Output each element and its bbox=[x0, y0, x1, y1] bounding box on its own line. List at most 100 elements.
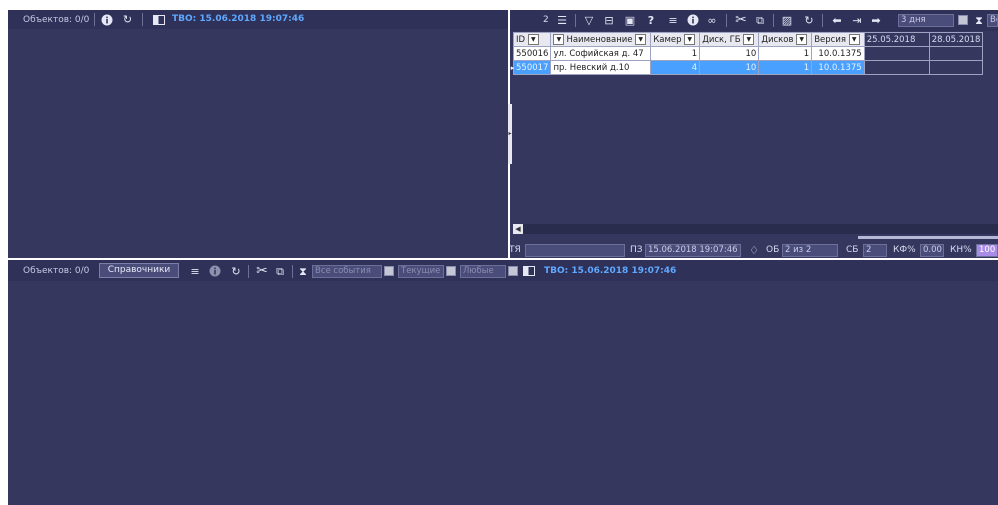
column-header-disk[interactable]: Диск, ГБ ▼ bbox=[699, 32, 760, 47]
any-field[interactable]: Любые bbox=[460, 265, 506, 278]
period-select[interactable]: 3 дня bbox=[898, 14, 954, 27]
list-view-icon[interactable]: ☰ bbox=[555, 13, 569, 27]
link-icon[interactable]: ⊟ bbox=[602, 13, 616, 27]
info-icon[interactable] bbox=[686, 13, 700, 27]
filter-dropdown-icon[interactable]: ▼ bbox=[635, 34, 647, 45]
refresh-icon[interactable]: ↻ bbox=[121, 13, 134, 26]
document-icon[interactable]: ≡ bbox=[188, 264, 202, 278]
filter-dropdown-icon[interactable]: ▼ bbox=[796, 34, 808, 45]
table-row[interactable]: 550016 ул. Софийская д. 47 1 10 1 10.0.1… bbox=[512, 46, 984, 61]
cell-disks[interactable]: 1 bbox=[758, 46, 813, 61]
sb-label: СБ bbox=[846, 245, 859, 255]
column-header-cameras[interactable]: Камер ▼ bbox=[650, 32, 701, 47]
scissors-icon[interactable]: ✂ bbox=[254, 263, 270, 279]
hourglass-icon[interactable]: ⧗ bbox=[974, 13, 984, 27]
column-header-date-2[interactable]: 28.05.2018 bbox=[928, 32, 984, 47]
help-icon[interactable]: ? bbox=[644, 13, 658, 27]
kn-label: КН% bbox=[950, 245, 972, 255]
cell-id[interactable]: 550017 bbox=[512, 60, 552, 75]
cell-disks[interactable]: 1 bbox=[758, 60, 813, 75]
cell-date-1[interactable] bbox=[863, 60, 930, 75]
cell-version[interactable]: 10.0.1375 bbox=[811, 46, 865, 61]
cell-name[interactable]: ул. Софийская д. 47 bbox=[550, 46, 652, 61]
copy-icon[interactable]: ⧉ bbox=[273, 264, 287, 278]
ob-label: ОБ bbox=[766, 245, 780, 255]
ty-label: ТЯ bbox=[509, 245, 521, 255]
toolbar-separator bbox=[248, 265, 249, 278]
toolbar-separator bbox=[773, 14, 774, 27]
cell-date-2[interactable] bbox=[928, 46, 984, 61]
ty-field[interactable] bbox=[525, 244, 625, 257]
lamp-icon: ♢ bbox=[749, 243, 759, 257]
filter-dropdown-icon[interactable]: ▼ bbox=[553, 34, 565, 45]
column-header-name[interactable]: ▼ Наименование ▼ bbox=[550, 32, 652, 47]
column-header-date-1[interactable]: 25.05.2018 bbox=[863, 32, 930, 47]
cell-name[interactable]: пр. Невский д.10 bbox=[550, 60, 652, 75]
glasses-icon[interactable]: ∞ bbox=[704, 13, 720, 27]
column-header-id[interactable]: ID ▼ bbox=[512, 32, 552, 47]
tvo-timestamp: ТВО: 15.06.2018 19:07:46 bbox=[544, 266, 677, 276]
kn-field[interactable]: 100 bbox=[976, 244, 998, 257]
objects-table: ID ▼ ▼ Наименование ▼ Камер ▼ Диск, ГБ ▼ … bbox=[512, 32, 984, 75]
directories-button[interactable]: Справочники bbox=[99, 263, 179, 278]
current-field[interactable]: Текущие bbox=[398, 265, 444, 278]
cell-id[interactable]: 550016 bbox=[512, 46, 552, 61]
refresh-icon[interactable]: ↻ bbox=[229, 264, 243, 278]
arrow-last-icon[interactable]: ⇥ bbox=[849, 13, 865, 27]
record-count: 2 bbox=[543, 15, 549, 25]
all-events-field[interactable]: Все bbox=[987, 14, 998, 27]
bottom-panel bbox=[8, 260, 998, 505]
hourglass-icon[interactable]: ⧗ bbox=[297, 264, 309, 278]
cell-version[interactable]: 10.0.1375 bbox=[811, 60, 865, 75]
toolbar-separator bbox=[94, 13, 95, 26]
column-header-version[interactable]: Версия ▼ bbox=[811, 32, 865, 47]
objects-count-label: Объектов: 0/0 bbox=[23, 15, 90, 25]
scissors-icon[interactable]: ✂ bbox=[733, 12, 749, 28]
period-dropdown-button[interactable] bbox=[958, 15, 968, 25]
arrow-left-icon[interactable]: ⬅ bbox=[829, 13, 845, 27]
any-checkbox[interactable] bbox=[508, 266, 518, 276]
cell-cameras[interactable]: 1 bbox=[650, 46, 701, 61]
cell-disk[interactable]: 10 bbox=[699, 46, 760, 61]
row-pointer-icon: ▸ bbox=[510, 64, 515, 72]
info-icon[interactable] bbox=[100, 13, 113, 26]
toolbar-separator bbox=[142, 13, 143, 26]
refresh-icon[interactable]: ↻ bbox=[802, 13, 816, 27]
filter-dropdown-icon[interactable]: ▼ bbox=[848, 34, 860, 45]
toolbar-separator bbox=[822, 14, 823, 27]
scroll-thumb[interactable] bbox=[858, 236, 998, 239]
edit-document-icon[interactable]: ▨ bbox=[780, 13, 794, 27]
arrow-right-icon[interactable]: ➡ bbox=[868, 13, 884, 27]
all-events-checkbox[interactable] bbox=[384, 266, 394, 276]
ob-field[interactable]: 2 из 2 bbox=[782, 244, 838, 257]
cell-date-2[interactable] bbox=[928, 60, 984, 75]
info-icon[interactable] bbox=[208, 264, 222, 278]
cell-date-1[interactable] bbox=[863, 46, 930, 61]
pz-label: ПЗ bbox=[630, 245, 643, 255]
sb-field[interactable]: 2 bbox=[863, 244, 887, 257]
tvo-timestamp: ТВО: 15.06.2018 19:07:46 bbox=[172, 14, 305, 24]
current-checkbox[interactable] bbox=[446, 266, 456, 276]
splitter-arrow-icon[interactable]: ▸ bbox=[508, 128, 512, 138]
filter-dropdown-icon[interactable]: ▼ bbox=[527, 34, 539, 45]
pz-field[interactable]: 15.06.2018 19:07:46 bbox=[645, 244, 741, 257]
toolbar-separator bbox=[292, 265, 293, 278]
cell-cameras[interactable]: 4 bbox=[650, 60, 701, 75]
table-header-row: ID ▼ ▼ Наименование ▼ Камер ▼ Диск, ГБ ▼ … bbox=[512, 32, 984, 47]
objects-count-label: Объектов: 0/0 bbox=[23, 266, 90, 276]
panel-toggle-icon[interactable] bbox=[522, 265, 535, 276]
filter-dropdown-icon[interactable]: ▼ bbox=[743, 34, 755, 45]
column-header-disks[interactable]: Дисков ▼ bbox=[758, 32, 813, 47]
clipboard-icon[interactable]: ▣ bbox=[623, 13, 637, 27]
panel-toggle-icon[interactable] bbox=[152, 14, 165, 25]
table-row-selected[interactable]: 550017 пр. Невский д.10 4 10 1 10.0.1375 bbox=[512, 60, 984, 75]
kf-field[interactable]: 0.00 bbox=[920, 244, 944, 257]
scroll-left-button[interactable]: ◀ bbox=[513, 224, 523, 234]
document-icon[interactable]: ≡ bbox=[666, 13, 680, 27]
copy-icon[interactable]: ⧉ bbox=[753, 13, 767, 27]
filter-icon[interactable]: ▽ bbox=[582, 13, 596, 27]
all-events-field[interactable]: Все события bbox=[312, 265, 382, 278]
filter-dropdown-icon[interactable]: ▼ bbox=[684, 34, 696, 45]
horizontal-scrollbar[interactable] bbox=[513, 224, 998, 234]
cell-disk[interactable]: 10 bbox=[699, 60, 760, 75]
